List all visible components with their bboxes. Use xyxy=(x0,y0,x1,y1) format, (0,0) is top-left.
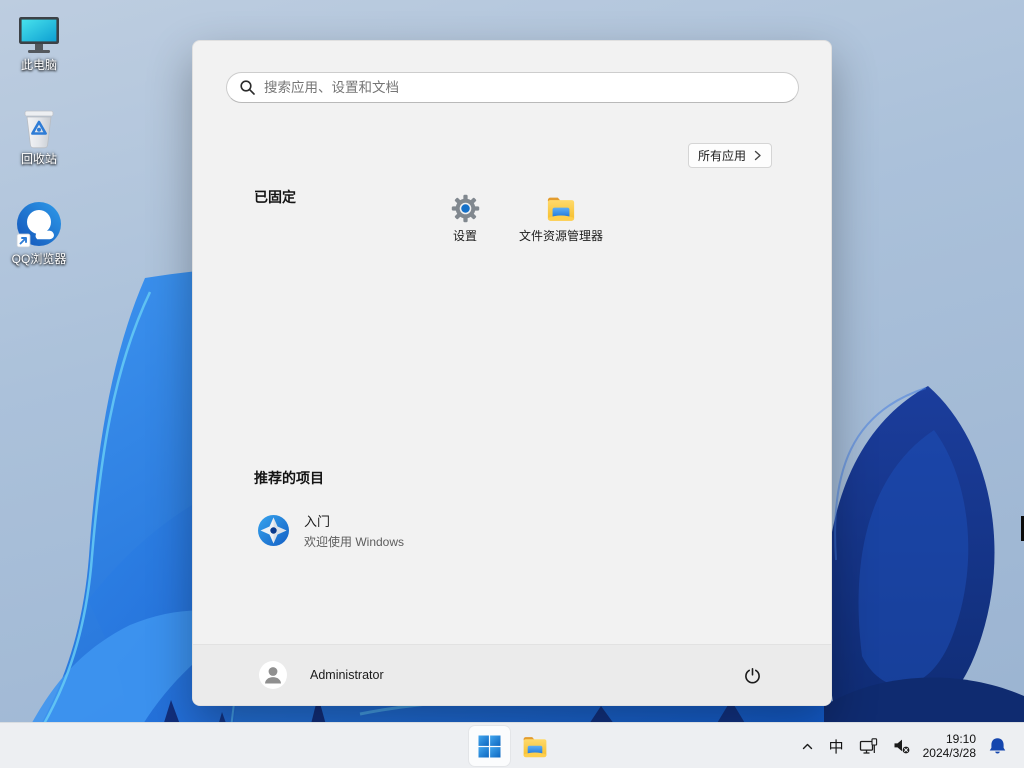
desktop-icon-label: 回收站 xyxy=(20,152,57,166)
power-icon xyxy=(744,667,760,683)
system-tray: 中 19:10 2024/3/28 xyxy=(799,723,1008,768)
chevron-right-icon xyxy=(754,150,761,161)
pinned-app-label: 设置 xyxy=(452,229,477,243)
pinned-section-title: 已固定 xyxy=(254,189,296,205)
recycle-bin-icon xyxy=(0,104,78,150)
desktop-icon-recycle-bin[interactable]: 回收站 xyxy=(0,104,78,166)
wired-network-icon xyxy=(859,737,877,754)
desktop-icon-label: QQ浏览器 xyxy=(11,252,67,266)
desktop-icon-qq-browser[interactable]: QQ浏览器 xyxy=(0,198,78,266)
desktop-icon-label: 此电脑 xyxy=(20,58,57,72)
pinned-apps-grid: 设置 文件资源管理器 xyxy=(417,186,609,264)
all-apps-label: 所有应用 xyxy=(698,149,747,163)
volume-muted-icon[interactable] xyxy=(891,736,912,756)
desktop: 此电脑 回收站 QQ浏览器 搜索应用、设置和文档 已固定 所有应用 设置 文件资… xyxy=(0,0,1024,768)
pinned-app-settings[interactable]: 设置 xyxy=(417,186,513,264)
windows-logo-icon xyxy=(478,735,501,757)
speaker-mute-icon xyxy=(894,739,910,754)
notification-bell-icon xyxy=(989,738,1006,754)
all-apps-button[interactable]: 所有应用 xyxy=(688,143,773,168)
user-avatar[interactable] xyxy=(259,661,287,689)
qq-browser-icon xyxy=(0,198,78,250)
recommended-item-subtitle: 欢迎使用 Windows xyxy=(304,534,405,549)
taskbar-file-explorer-button[interactable] xyxy=(515,726,555,766)
settings-gear-icon xyxy=(451,194,479,223)
person-icon xyxy=(265,667,281,684)
ime-mode-indicator[interactable]: 中 xyxy=(827,734,846,759)
this-pc-icon xyxy=(0,10,78,56)
recommended-item-title: 入门 xyxy=(304,513,331,529)
chevron-up-icon xyxy=(802,743,812,749)
file-explorer-folder-icon xyxy=(523,736,547,757)
file-explorer-folder-icon xyxy=(547,197,575,221)
search-box xyxy=(226,72,799,103)
start-button[interactable] xyxy=(469,726,510,766)
power-button[interactable] xyxy=(735,658,769,692)
start-menu-panel: 已固定 所有应用 xyxy=(192,40,832,706)
clock-time: 19:10 xyxy=(945,731,976,746)
user-name: Administrator xyxy=(310,668,384,682)
desktop-icon-this-pc[interactable]: 此电脑 xyxy=(0,10,78,72)
taskbar-clock[interactable]: 19:10 2024/3/28 xyxy=(923,732,976,761)
notifications-button[interactable] xyxy=(987,735,1008,757)
search-input[interactable] xyxy=(226,72,799,103)
tray-show-hidden-icons-button[interactable] xyxy=(799,739,816,754)
start-menu-user-bar: Administrator xyxy=(193,644,831,705)
recommended-section-title: 推荐的项目 xyxy=(254,470,324,486)
pinned-app-file-explorer[interactable]: 文件资源管理器 xyxy=(513,186,609,264)
get-started-icon xyxy=(258,514,289,546)
taskbar: 中 19:10 2024/3/28 xyxy=(0,722,1024,768)
pinned-app-label: 文件资源管理器 xyxy=(518,229,603,243)
network-icon[interactable] xyxy=(857,736,880,757)
clock-date: 2024/3/28 xyxy=(922,746,976,760)
taskbar-center-icons xyxy=(469,723,555,768)
recommended-item-get-started[interactable]: 入门 欢迎使用 Windows xyxy=(241,505,521,555)
